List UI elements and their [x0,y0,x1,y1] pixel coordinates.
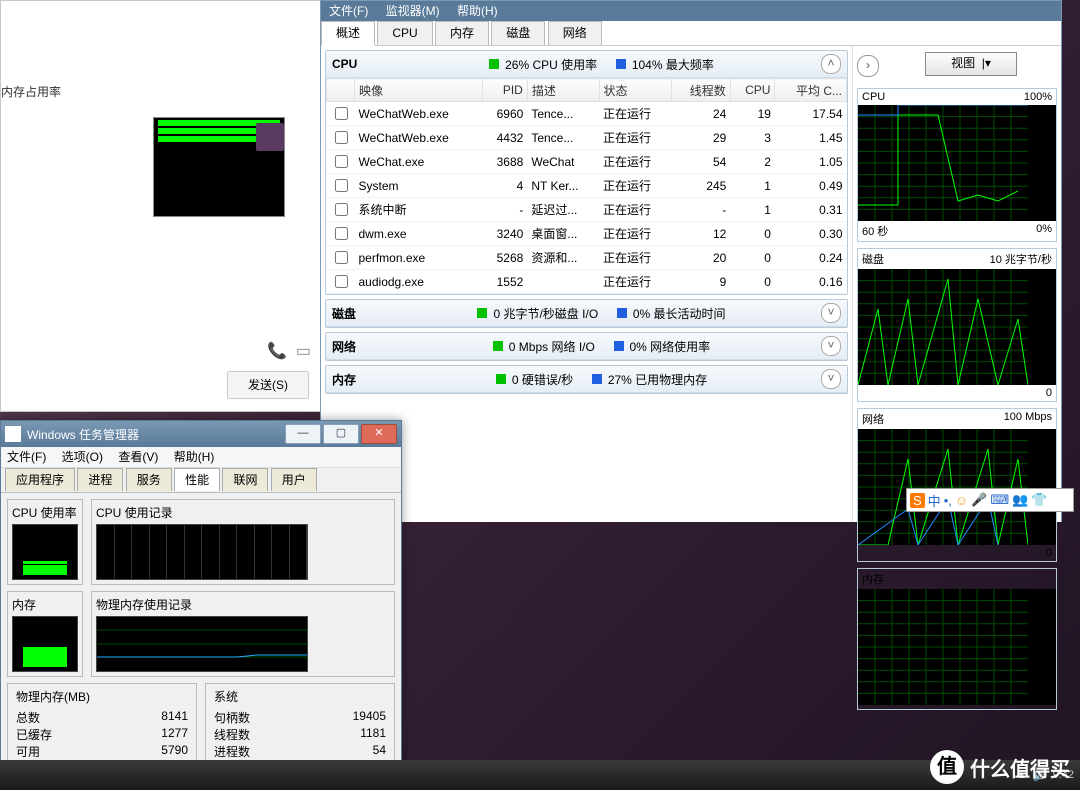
table-row[interactable]: WeChatWeb.exe4432Tence...正在运行 2931.45 [327,126,847,150]
process-table: 映像 PID 描述 状态 线程数 CPU 平均 C... WeChatWeb.e… [326,78,847,294]
mini-graph: 网络100 Mbps 0 [857,408,1057,562]
section-memory-header[interactable]: 内存 0 硬错误/秒 27% 已用物理内存 ˅ [326,366,847,393]
section-cpu-header[interactable]: CPU 26% CPU 使用率 104% 最大频率 ˄ [326,51,847,78]
table-row[interactable]: WeChatWeb.exe6960Tence...正在运行 241917.54 [327,102,847,126]
tab-cpu[interactable]: CPU [377,21,432,45]
ime-emoji-icon[interactable]: ☺ [955,493,968,508]
side-collapse-button[interactable]: › [857,55,879,77]
tab-networking[interactable]: 联网 [222,468,268,491]
table-row[interactable]: System4NT Ker...正在运行 24510.49 [327,174,847,198]
mem-meter: 2.29 GB [12,616,78,672]
tab-performance[interactable]: 性能 [174,468,220,491]
row-checkbox[interactable] [335,251,348,264]
table-row[interactable]: dwm.exe3240桌面窗...正在运行 1200.30 [327,222,847,246]
ime-logo-icon[interactable]: S [910,493,925,508]
taskbar[interactable]: ▲ 🔊 9:42 [0,760,1080,790]
resmon-menubar[interactable]: 文件(F) 监视器(M) 帮助(H) [321,1,1061,21]
taskmgr-tabs: 应用程序 进程 服务 性能 联网 用户 [1,468,401,493]
view-button[interactable]: 视图 |▾ [925,52,1017,76]
col-pid[interactable]: PID [482,79,527,102]
tab-apps[interactable]: 应用程序 [5,468,75,491]
mini-graph: CPU100% 60 秒0% [857,88,1057,242]
col-status[interactable]: 状态 [599,79,672,102]
taskmgr-menubar[interactable]: 文件(F) 选项(O) 查看(V) 帮助(H) [1,447,401,468]
close-button[interactable]: ✕ [361,424,397,444]
tab-processes[interactable]: 进程 [77,468,123,491]
table-row[interactable]: WeChat.exe3688WeChat正在运行 5421.05 [327,150,847,174]
avatar [256,123,284,151]
cpu-meter: 22 % [12,524,78,580]
section-disk: 磁盘 0 兆字节/秒磁盘 I/O 0% 最长活动时间 ˅ [325,299,848,328]
expand-icon[interactable]: ˅ [821,336,841,356]
ime-users-icon[interactable]: 👥 [1012,492,1028,508]
row-checkbox[interactable] [335,179,348,192]
row-checkbox[interactable] [335,203,348,216]
taskmgr-titlebar[interactable]: Windows 任务管理器 — ▢ ✕ [1,421,401,447]
mini-graph: 内存 [857,568,1057,710]
expand-icon[interactable]: ˅ [821,369,841,389]
tab-network[interactable]: 网络 [548,21,602,45]
chat-call-icons[interactable]: 📞 ▭ [267,341,311,361]
table-row[interactable]: audiodg.exe1552正在运行 900.16 [327,270,847,294]
col-cpu[interactable]: CPU [730,79,775,102]
row-checkbox[interactable] [335,275,348,288]
table-row[interactable]: perfmon.exe5268资源和...正在运行 2000.24 [327,246,847,270]
ime-skin-icon[interactable]: 👕 [1031,492,1047,508]
resmon-tabs: 概述 CPU 内存 磁盘 网络 [321,21,1061,46]
tab-memory[interactable]: 内存 [435,21,489,45]
cpu-history-box: CPU 使用记录 [91,499,395,585]
cpu-title: CPU [332,57,382,71]
tab-users[interactable]: 用户 [271,468,317,491]
ime-keyboard-icon[interactable]: ⌨ [990,492,1009,508]
mem-hint-label: 内存占用率 [1,83,61,100]
cpu-history-graph [96,524,308,580]
collapse-icon[interactable]: ˄ [821,54,841,74]
smzdm-watermark: 值 什么值得买 [930,750,1070,784]
col-avgcpu[interactable]: 平均 C... [775,79,847,102]
send-button[interactable]: 发送(S) [227,371,309,399]
app-icon [5,426,21,442]
mini-graph: 磁盘10 兆字节/秒 0 [857,248,1057,402]
menu-file[interactable]: 文件(F) [7,450,46,464]
col-desc[interactable]: 描述 [527,79,599,102]
tab-services[interactable]: 服务 [126,468,172,491]
menu-help[interactable]: 帮助(H) [174,450,215,464]
ime-lang[interactable]: 中 [928,491,941,510]
table-row[interactable]: 系统中断-延迟过...正在运行 -10.31 [327,198,847,222]
ime-voice-icon[interactable]: 🎤 [971,492,987,508]
resmon-side-graphs: › 视图 |▾ CPU100% 60 秒0%磁盘10 兆字节/秒 0网络100 … [852,46,1061,522]
col-image[interactable]: 映像 [355,79,483,102]
ime-toolbar[interactable]: S 中 •, ☺ 🎤 ⌨ 👥 👕 [906,488,1074,512]
row-checkbox[interactable] [335,131,348,144]
resource-monitor-window: 文件(F) 监视器(M) 帮助(H) 概述 CPU 内存 磁盘 网络 CPU 2… [320,0,1062,522]
section-disk-header[interactable]: 磁盘 0 兆字节/秒磁盘 I/O 0% 最长活动时间 ˅ [326,300,847,327]
mem-usage-box: 内存 2.29 GB [7,591,83,677]
expand-icon[interactable]: ˅ [821,303,841,323]
row-checkbox[interactable] [335,155,348,168]
maximize-button[interactable]: ▢ [323,424,359,444]
ime-punct[interactable]: •, [944,493,952,508]
menu-file[interactable]: 文件(F) [329,4,368,18]
menu-options[interactable]: 选项(O) [62,450,103,464]
task-manager-window: Windows 任务管理器 — ▢ ✕ 文件(F) 选项(O) 查看(V) 帮助… [0,420,402,790]
section-network-header[interactable]: 网络 0 Mbps 网络 I/O 0% 网络使用率 ˅ [326,333,847,360]
cpu-usage-box: CPU 使用率 22 % [7,499,83,585]
mem-history-graph [96,616,308,672]
tab-disk[interactable]: 磁盘 [491,21,545,45]
window-title: Windows 任务管理器 [27,426,283,443]
menu-help[interactable]: 帮助(H) [457,4,498,18]
chat-panel: 内存占用率 📞 ▭ 发送(S) [0,0,322,412]
menu-monitor[interactable]: 监视器(M) [386,4,440,18]
section-network: 网络 0 Mbps 网络 I/O 0% 网络使用率 ˅ [325,332,848,361]
row-checkbox[interactable] [335,227,348,240]
section-cpu: CPU 26% CPU 使用率 104% 最大频率 ˄ 映像 PID [325,50,848,295]
col-threads[interactable]: 线程数 [672,79,731,102]
minimize-button[interactable]: — [285,424,321,444]
menu-view[interactable]: 查看(V) [118,450,158,464]
section-memory: 内存 0 硬错误/秒 27% 已用物理内存 ˅ [325,365,848,394]
tab-overview[interactable]: 概述 [321,21,375,46]
mem-history-box: 物理内存使用记录 [91,591,395,677]
row-checkbox[interactable] [335,107,348,120]
